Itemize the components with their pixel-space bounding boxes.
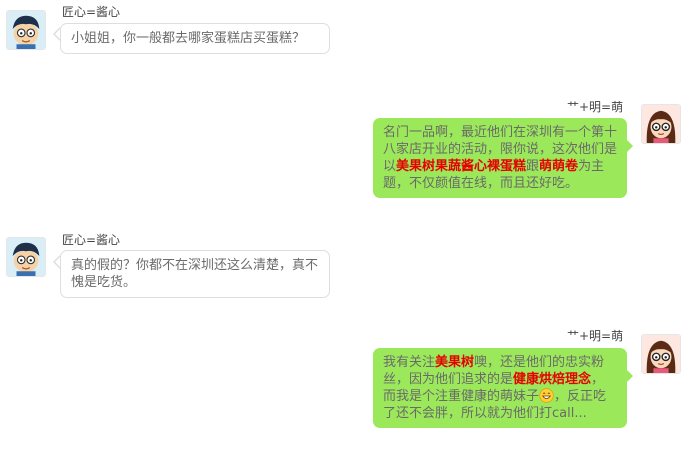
message-text: 小姐姐，你一般都去哪家蛋糕店买蛋糕？ (71, 31, 306, 46)
boy-avatar-icon[interactable] (6, 10, 46, 50)
sender-name: 艹+明=萌 (567, 100, 624, 114)
message-bubble[interactable]: 真的假的？你都不在深圳还这么清楚，真不愧是吃货。 (60, 250, 330, 298)
girl-avatar-icon[interactable] (641, 104, 681, 144)
message-text: 真的假的？你都不在深圳还这么清楚，真不愧是吃货。 (71, 258, 319, 290)
highlight-text: 健康烘焙理念 (513, 372, 592, 387)
highlight-text: 美果树 (435, 355, 475, 370)
message-bubble[interactable]: 我有关注美果树噢，还是他们的忠实粉丝，因为他们追求的是健康烘焙理念，而我是个注重… (373, 348, 627, 428)
bubble-tail (627, 370, 633, 382)
sender-name: 艹+明=萌 (567, 329, 624, 343)
bubble-tail (627, 140, 633, 152)
message-text: 跟 (526, 159, 540, 174)
sender-name: 匠心=酱心 (62, 5, 121, 19)
highlight-text: 美果树果蔬酱心裸蛋糕 (396, 159, 527, 174)
message-text: 我有关注 (383, 355, 436, 370)
grin-emoji-icon (539, 388, 554, 403)
message-bubble[interactable]: 小姐姐，你一般都去哪家蛋糕店买蛋糕？ (60, 23, 330, 54)
girl-avatar-icon[interactable] (641, 334, 681, 374)
sender-name: 匠心=酱心 (62, 233, 121, 247)
highlight-text: 萌萌卷 (539, 159, 579, 174)
boy-avatar-icon[interactable] (6, 237, 46, 277)
message-bubble[interactable]: 名门一品啊，最近他们在深圳有一个第十八家店开业的活动，限你说，这次他们是以美果树… (373, 118, 627, 198)
